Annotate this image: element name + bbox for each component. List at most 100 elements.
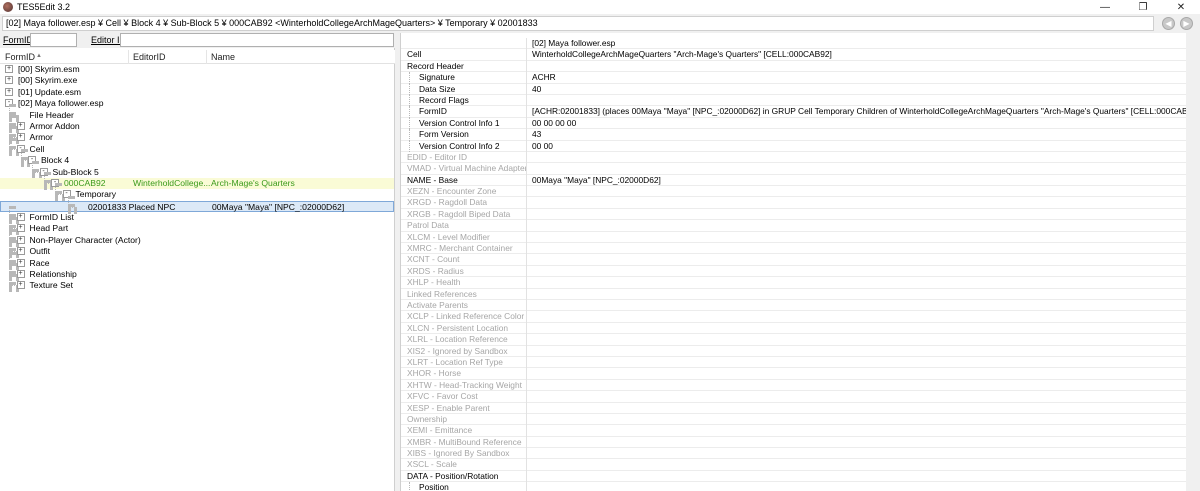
expand-icon[interactable]: + <box>16 213 25 222</box>
formid-filter-input[interactable] <box>30 33 77 47</box>
expand-icon[interactable]: + <box>16 121 25 130</box>
record-row[interactable]: Position <box>401 482 1187 491</box>
record-row[interactable]: XLRL - Location Reference <box>401 334 1187 346</box>
record-row[interactable]: Data Size 40 <box>401 83 1187 95</box>
column-divider[interactable] <box>206 50 207 64</box>
record-row[interactable]: XRGB - Ragdoll Biped Data <box>401 208 1187 221</box>
tree-node[interactable]: - [02] Maya follower.esp <box>0 98 394 109</box>
tree-node[interactable]: + [01] Update.esm <box>0 87 394 98</box>
record-row[interactable]: FormID [ACHR:02001833] (places 00Maya "Ma… <box>401 106 1200 118</box>
record-row[interactable]: XCLP - Linked Reference Color <box>401 311 1187 323</box>
record-field-value: WinterholdCollegeArchMageQuarters "Arch-… <box>532 49 832 60</box>
record-field-name: XCLP - Linked Reference Color <box>401 311 527 323</box>
tree-connector <box>9 103 13 115</box>
expand-icon[interactable]: + <box>16 247 25 256</box>
tree-node[interactable]: + [00] Skyrim.exe <box>0 75 394 86</box>
record-row[interactable]: Linked References <box>401 288 1187 300</box>
column-header-editorid[interactable]: EditorID <box>133 52 166 62</box>
tree-node[interactable]: - Temporary <box>0 183 394 200</box>
expand-icon[interactable]: + <box>16 235 25 244</box>
record-row[interactable]: XHOR - Horse <box>401 368 1187 380</box>
tree-node[interactable]: + Armor <box>0 126 394 143</box>
record-row[interactable]: XEMI - Emittance <box>401 425 1187 437</box>
record-row[interactable]: XCNT - Count <box>401 254 1187 266</box>
record-row[interactable]: XMBR - MultiBound Reference <box>401 436 1187 449</box>
record-row[interactable]: XHTW - Head-Tracking Weight <box>401 379 1187 392</box>
tree-node[interactable]: + FormID List <box>0 206 394 223</box>
tree-connector <box>9 206 13 218</box>
path-field[interactable]: [02] Maya follower.esp ¥ Cell ¥ Block 4 … <box>2 16 1154 31</box>
record-field-name: XIBS - Ignored By Sandbox <box>401 448 527 460</box>
record-row[interactable]: Patrol Data <box>401 220 1187 232</box>
record-tree: + [00] Skyrim.esm + [00] Skyrim.exe + [01] Up… <box>0 64 394 292</box>
record-row[interactable]: Version Control Info 2 00 00 <box>401 140 1187 152</box>
record-field-value: 00Maya "Maya" [NPC_:02000D62] <box>532 174 661 185</box>
column-header-name[interactable]: Name <box>211 52 235 62</box>
editorid-filter-input[interactable] <box>120 33 394 47</box>
record-row[interactable]: XLCN - Persistent Location <box>401 322 1187 335</box>
record-row[interactable]: XEZN - Encounter Zone <box>401 186 1187 198</box>
tree-node[interactable]: File Header <box>0 103 394 121</box>
record-row[interactable]: Version Control Info 1 00 00 00 00 <box>401 117 1187 130</box>
tree-node[interactable]: + Head Part <box>0 217 394 234</box>
tree-node[interactable]: -000CAB92 WinterholdCollege... Arch-Mage's… <box>0 171 394 190</box>
record-row[interactable]: VMAD - Virtual Machine Adapter <box>401 163 1187 175</box>
expand-icon[interactable]: + <box>16 258 25 267</box>
record-row[interactable]: XLRT - Location Ref Type <box>401 356 1187 369</box>
record-row[interactable]: Signature ACHR <box>401 72 1187 84</box>
record-row[interactable]: XMRC - Merchant Container <box>401 243 1187 255</box>
tree-node[interactable]: - Block 4 <box>0 149 394 166</box>
record-row[interactable]: Form Version 43 <box>401 129 1187 141</box>
tree-node-formid: File Header <box>29 109 74 120</box>
close-button[interactable]: ✕ <box>1162 0 1200 14</box>
maximize-button[interactable]: ❐ <box>1124 0 1162 14</box>
record-row[interactable]: [02] Maya follower.esp <box>401 38 1187 50</box>
record-row[interactable]: EDID - Editor ID <box>401 151 1187 164</box>
forward-arrow-icon[interactable]: ▶ <box>1180 17 1193 30</box>
tree-node[interactable]: + Outfit <box>0 240 394 257</box>
record-row[interactable]: Record Flags <box>401 94 1187 107</box>
record-field-name: XHLP - Health <box>401 277 527 289</box>
record-row[interactable]: DATA - Position/Rotation <box>401 470 1187 483</box>
back-arrow-icon[interactable]: ◀ <box>1162 17 1175 30</box>
expand-icon[interactable]: + <box>16 281 25 290</box>
tree-node[interactable]: + Race <box>0 251 394 269</box>
record-row[interactable]: XSCL - Scale <box>401 459 1187 471</box>
tree-node[interactable]: + Texture Set <box>0 274 394 291</box>
minimize-button[interactable]: — <box>1086 0 1124 14</box>
record-row[interactable]: XIBS - Ignored By Sandbox <box>401 448 1187 460</box>
record-row[interactable]: XLCM - Level Modifier <box>401 231 1187 244</box>
record-row[interactable]: XIS2 - Ignored by Sandbox <box>401 345 1187 357</box>
vertical-scrollbar[interactable] <box>1186 33 1200 491</box>
tree-connector <box>9 240 13 252</box>
record-row[interactable]: XESP - Enable Parent <box>401 402 1187 414</box>
tree-node[interactable]: - Sub-Block 5 <box>0 160 394 178</box>
record-row[interactable]: XHLP - Health <box>401 277 1187 289</box>
tree-node-formid: [00] Skyrim.exe <box>18 75 78 86</box>
expand-icon[interactable]: + <box>16 270 25 279</box>
tree-node[interactable]: + Non-Player Character (Actor) <box>0 228 394 246</box>
tree-node[interactable]: + Armor Addon <box>0 114 394 132</box>
expand-icon[interactable]: + <box>16 224 25 233</box>
record-row[interactable]: Ownership <box>401 413 1187 426</box>
column-divider[interactable] <box>128 50 129 64</box>
record-row[interactable]: XFVC - Favor Cost <box>401 391 1187 403</box>
column-header-formid[interactable]: FormID <box>5 52 35 62</box>
expand-icon[interactable]: + <box>5 76 13 85</box>
tree-node[interactable]: + [00] Skyrim.esm <box>0 64 394 75</box>
record-row[interactable]: XRDS - Radius <box>401 265 1187 278</box>
record-field-name: XHOR - Horse <box>401 368 527 380</box>
record-row[interactable]: XRGD - Ragdoll Data <box>401 197 1187 209</box>
record-row[interactable]: Activate Parents <box>401 299 1187 312</box>
expand-icon[interactable]: + <box>5 65 13 73</box>
tree-node[interactable]: - Cell <box>0 137 394 155</box>
tree-node[interactable]: + Relationship <box>0 263 394 280</box>
expand-icon[interactable]: + <box>16 133 25 142</box>
record-row[interactable]: NAME - Base 00Maya "Maya" [NPC_:02000D62] <box>401 174 1187 187</box>
record-row[interactable]: Cell WinterholdCollegeArchMageQuarters "A… <box>401 49 1187 61</box>
tree-node[interactable]: 02001833 Placed NPC 00Maya "Maya" [NPC_:0… <box>0 195 394 213</box>
expand-icon[interactable]: + <box>5 87 13 96</box>
tree-connector <box>9 228 13 240</box>
tree-connector <box>55 183 59 195</box>
record-row[interactable]: Record Header <box>401 60 1187 73</box>
